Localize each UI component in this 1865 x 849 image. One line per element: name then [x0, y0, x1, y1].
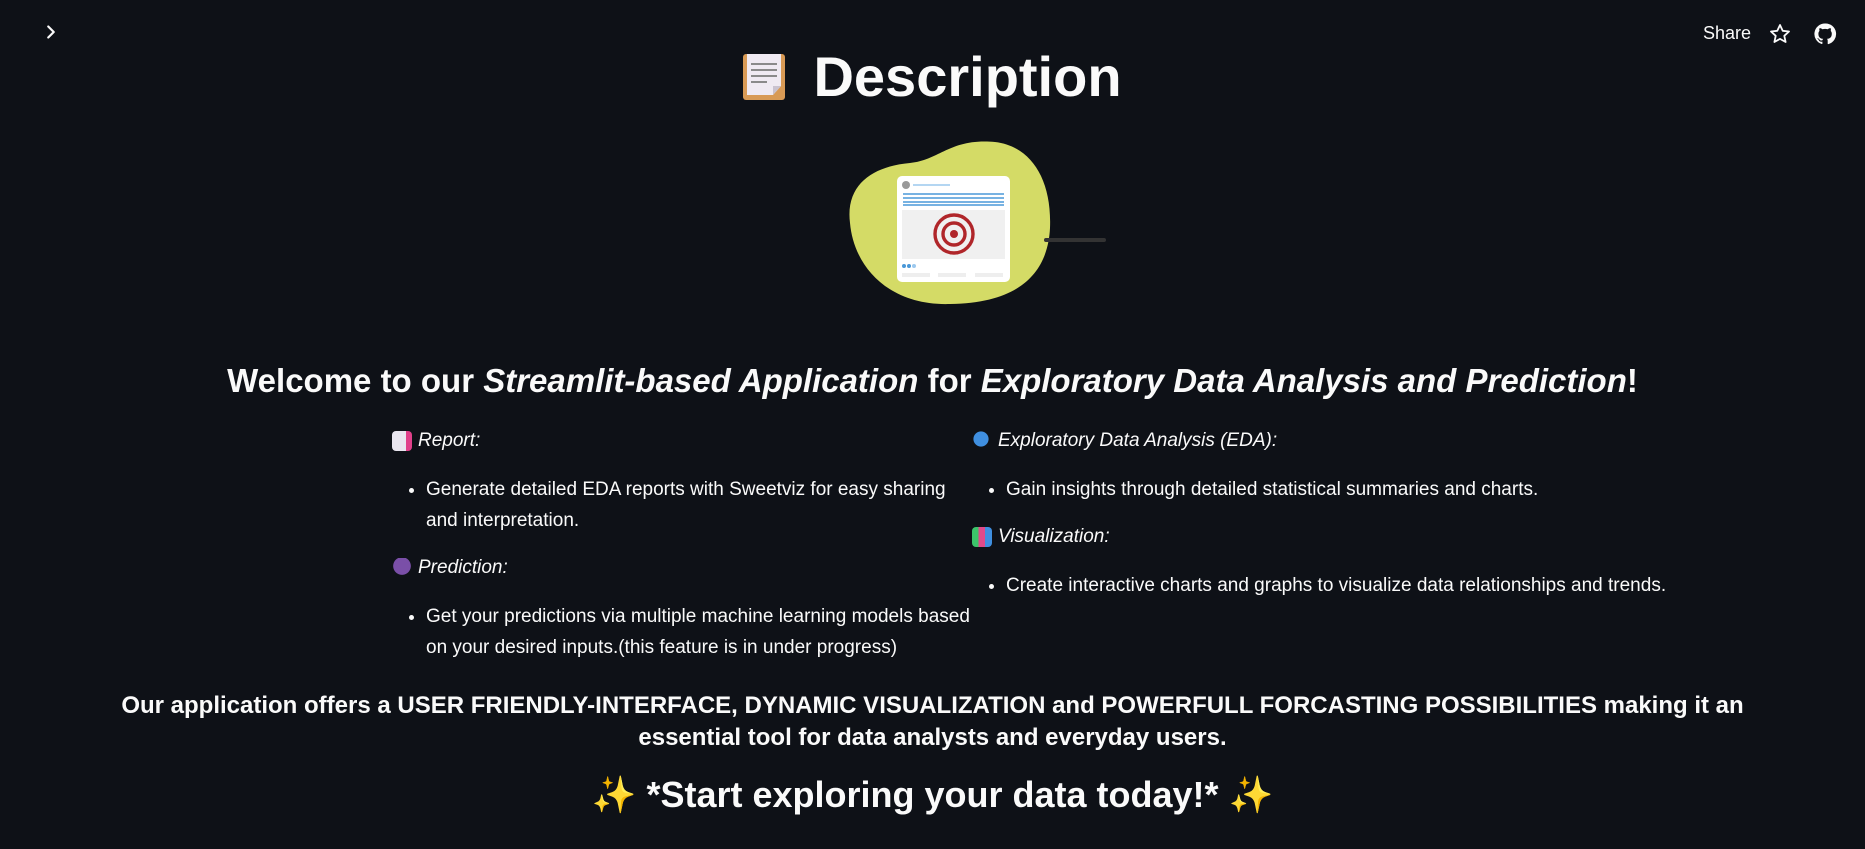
visualization-heading-text: Visualization: [998, 526, 1110, 547]
call-to-action: ✨ *Start exploring your data today!* ✨ [0, 774, 1865, 816]
report-heading-text: Report: [418, 430, 481, 451]
page-title: Description [0, 44, 1865, 109]
cta-text: *Start exploring your data today!* [646, 774, 1219, 815]
crystal-ball-icon [392, 557, 412, 578]
welcome-purpose: Exploratory Data Analysis and Prediction [980, 362, 1627, 399]
page-title-text: Description [813, 45, 1122, 108]
list-item: Create interactive charts and graphs to … [1006, 570, 1712, 601]
prediction-heading-text: Prediction: [418, 557, 508, 578]
eda-list: Gain insights through detailed statistic… [972, 474, 1712, 505]
magnifier-icon [972, 430, 992, 451]
list-item: Generate detailed EDA reports with Sweet… [426, 474, 972, 536]
clipboard-page-icon [743, 54, 786, 100]
welcome-heading: Welcome to our Streamlit-based Applicati… [0, 362, 1865, 400]
bar-chart-icon [972, 526, 992, 547]
report-list: Generate detailed EDA reports with Sweet… [392, 474, 972, 536]
welcome-mid: for [918, 362, 981, 399]
list-item: Get your predictions via multiple machin… [426, 601, 972, 663]
eda-heading-text: Exploratory Data Analysis (EDA): [998, 430, 1278, 451]
offer-paragraph: Our application offers a USER FRIENDLY-I… [121, 692, 1744, 751]
memo-icon [392, 430, 412, 451]
report-heading: Report: [392, 425, 972, 456]
visualization-heading: Visualization: [972, 521, 1712, 552]
visualization-list: Create interactive charts and graphs to … [972, 570, 1712, 601]
welcome-prefix: Welcome to our [227, 362, 484, 399]
star-icon[interactable] [1768, 22, 1792, 46]
prediction-heading: Prediction: [392, 552, 972, 583]
prediction-list: Get your predictions via multiple machin… [392, 601, 972, 663]
sparkles-icon: ✨ [591, 774, 637, 815]
eda-heading: Exploratory Data Analysis (EDA): [972, 425, 1712, 456]
welcome-suffix: ! [1626, 362, 1638, 399]
chevron-right-icon[interactable] [40, 20, 62, 44]
share-button[interactable]: Share [1703, 23, 1751, 44]
welcome-app: Streamlit-based Application [483, 362, 919, 399]
left-column: Report: Generate detailed EDA reports wi… [392, 425, 972, 679]
right-column: Exploratory Data Analysis (EDA): Gain in… [972, 425, 1712, 617]
target-dashboard-illustration [849, 141, 1106, 305]
sparkles-icon: ✨ [1228, 774, 1274, 815]
list-item: Gain insights through detailed statistic… [1006, 474, 1712, 505]
github-icon[interactable] [1813, 22, 1837, 46]
